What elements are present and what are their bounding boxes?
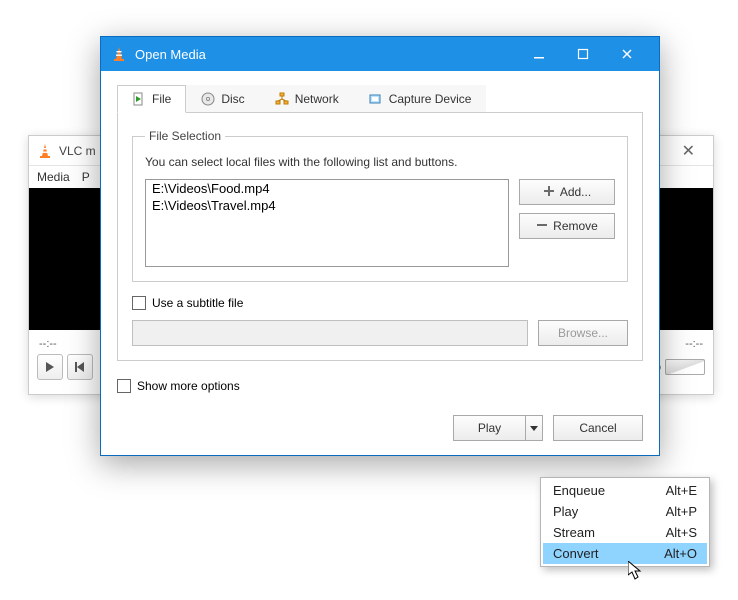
close-button[interactable] xyxy=(605,37,649,71)
list-item[interactable]: E:\Videos\Travel.mp4 xyxy=(146,197,508,214)
add-button-label: Add... xyxy=(560,185,591,199)
cancel-button[interactable]: Cancel xyxy=(553,415,643,441)
play-split-button: Play xyxy=(453,415,543,441)
menu-item-accel: Alt+E xyxy=(666,483,697,498)
mouse-cursor-icon xyxy=(628,561,644,581)
tab-capture-label: Capture Device xyxy=(389,92,472,106)
vlc-cone-icon xyxy=(37,143,53,159)
menu-truncated[interactable]: P xyxy=(82,170,90,184)
menu-item-label: Play xyxy=(553,504,578,519)
menu-item-accel: Alt+S xyxy=(666,525,697,540)
file-selection-group: File Selection You can select local file… xyxy=(132,129,628,282)
tab-capture[interactable]: Capture Device xyxy=(354,85,487,112)
menu-item-enqueue[interactable]: Enqueue Alt+E xyxy=(543,480,707,501)
vlc-cone-icon xyxy=(111,46,127,62)
volume-slider[interactable] xyxy=(665,359,705,375)
more-options-checkbox[interactable] xyxy=(117,379,131,393)
menu-media[interactable]: Media xyxy=(37,170,70,184)
subtitle-checkbox-label: Use a subtitle file xyxy=(152,296,243,310)
remove-button-label: Remove xyxy=(553,219,598,233)
minimize-button[interactable] xyxy=(517,37,561,71)
menu-item-convert[interactable]: Convert Alt+O xyxy=(543,543,707,564)
play-dropdown-button[interactable] xyxy=(525,415,543,441)
tab-network-label: Network xyxy=(295,92,339,106)
dialog-title: Open Media xyxy=(135,47,517,62)
tab-network[interactable]: Network xyxy=(260,85,354,112)
subtitle-checkbox[interactable] xyxy=(132,296,146,310)
file-selection-desc: You can select local files with the foll… xyxy=(145,155,615,169)
menu-item-label: Enqueue xyxy=(553,483,605,498)
file-list[interactable]: E:\Videos\Food.mp4 E:\Videos\Travel.mp4 xyxy=(145,179,509,267)
tab-file[interactable]: File xyxy=(117,85,186,113)
chevron-down-icon xyxy=(530,421,538,435)
plus-icon xyxy=(543,185,555,200)
minus-icon xyxy=(536,219,548,234)
menu-item-stream[interactable]: Stream Alt+S xyxy=(543,522,707,543)
list-item[interactable]: E:\Videos\Food.mp4 xyxy=(146,180,508,197)
open-media-dialog: Open Media File Disc Network Capture Dev… xyxy=(100,36,660,456)
tab-content: File Selection You can select local file… xyxy=(117,113,643,361)
tab-disc-label: Disc xyxy=(221,92,244,106)
time-total: --:-- xyxy=(685,338,703,350)
network-icon xyxy=(275,92,289,106)
file-selection-legend: File Selection xyxy=(145,129,225,143)
menu-item-label: Convert xyxy=(553,546,599,561)
disc-icon xyxy=(201,92,215,106)
play-button-label: Play xyxy=(478,421,501,435)
add-button[interactable]: Add... xyxy=(519,179,615,205)
remove-button[interactable]: Remove xyxy=(519,213,615,239)
play-button[interactable] xyxy=(37,354,63,380)
maximize-button[interactable] xyxy=(561,37,605,71)
cancel-button-label: Cancel xyxy=(579,421,616,435)
dialog-titlebar: Open Media xyxy=(101,37,659,71)
play-button[interactable]: Play xyxy=(453,415,525,441)
more-options-row: Show more options xyxy=(117,379,643,393)
browse-button: Browse... xyxy=(538,320,628,346)
menu-item-accel: Alt+P xyxy=(666,504,697,519)
prev-button[interactable] xyxy=(67,354,93,380)
browse-button-label: Browse... xyxy=(558,326,608,340)
tab-disc[interactable]: Disc xyxy=(186,85,259,112)
subtitle-path-input xyxy=(132,320,528,346)
time-elapsed: --:-- xyxy=(39,338,57,350)
menu-item-label: Stream xyxy=(553,525,595,540)
menu-item-play[interactable]: Play Alt+P xyxy=(543,501,707,522)
play-dropdown-menu: Enqueue Alt+E Play Alt+P Stream Alt+S Co… xyxy=(540,477,710,567)
menu-item-accel: Alt+O xyxy=(664,546,697,561)
capture-icon xyxy=(369,92,383,106)
more-options-label: Show more options xyxy=(137,379,240,393)
file-icon xyxy=(132,92,146,106)
tabs: File Disc Network Capture Device xyxy=(117,85,643,113)
subtitle-row: Use a subtitle file xyxy=(132,296,628,310)
tab-file-label: File xyxy=(152,92,171,106)
close-icon[interactable]: ✕ xyxy=(672,141,705,161)
